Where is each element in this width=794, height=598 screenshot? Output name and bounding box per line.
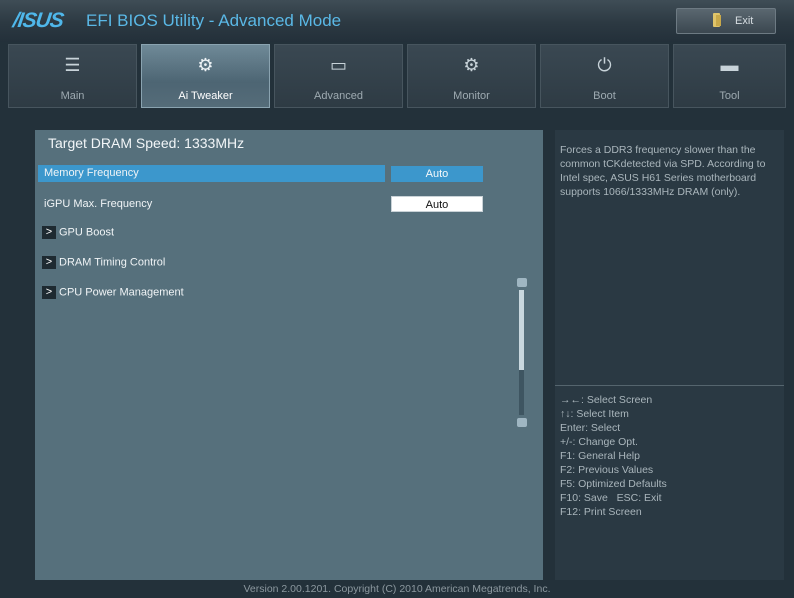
- help-description: Forces a DDR3 frequency slower than the …: [560, 144, 766, 198]
- target-dram-speed: Target DRAM Speed: 1333MHz: [48, 135, 245, 151]
- memory-frequency-label: Memory Frequency: [44, 167, 139, 179]
- advanced-icon: ▭: [329, 55, 347, 75]
- monitor-icon: ⚙: [463, 55, 480, 75]
- list-icon: ☰: [64, 55, 81, 75]
- exit-label: Exit: [735, 15, 754, 27]
- igpu-frequency-label: iGPU Max. Frequency: [44, 198, 153, 210]
- bios-screen: /ISUS EFI BIOS Utility - Advanced Mode E…: [0, 0, 794, 598]
- tab-label: Monitor: [453, 90, 490, 102]
- scrollbar-thumb[interactable]: [519, 290, 524, 370]
- igpu-frequency-input[interactable]: Auto: [391, 196, 483, 212]
- tab-label: Advanced: [314, 90, 363, 102]
- submenu-dram-timing-control[interactable]: > DRAM Timing Control: [42, 256, 165, 271]
- scroll-up-button[interactable]: [517, 278, 527, 287]
- scroll-down-button[interactable]: [517, 418, 527, 427]
- divider: [555, 385, 784, 386]
- key-hint: +/-: Change Opt.: [560, 436, 638, 448]
- submenu-label: DRAM Timing Control: [59, 256, 166, 269]
- memory-frequency-select[interactable]: Auto: [391, 166, 483, 182]
- submenu-cpu-power-management[interactable]: > CPU Power Management: [42, 286, 184, 301]
- memory-frequency-row[interactable]: Memory Frequency: [38, 165, 385, 182]
- power-icon: ⏻: [597, 55, 612, 75]
- door-icon: [713, 13, 721, 27]
- asus-logo: /ISUS: [11, 9, 65, 32]
- tab-main[interactable]: ☰ Main: [8, 44, 137, 108]
- key-hint: F2: Previous Values: [560, 464, 654, 476]
- key-hint: F12: Print Screen: [560, 506, 642, 518]
- tab-label: Boot: [593, 90, 616, 102]
- submenu-label: CPU Power Management: [59, 286, 184, 299]
- tab-monitor[interactable]: ⚙ Monitor: [407, 44, 536, 108]
- key-legend: →←: Select Screen ↑↓: Select Item Enter:…: [560, 393, 667, 519]
- key-hint: F5: Optimized Defaults: [560, 478, 667, 490]
- igpu-frequency-row[interactable]: iGPU Max. Frequency: [38, 196, 385, 213]
- key-hint: F1: General Help: [560, 450, 640, 462]
- chevron-right-icon: >: [42, 256, 56, 269]
- tab-ai-tweaker[interactable]: ⚙ Ai Tweaker: [141, 44, 270, 108]
- settings-panel: Target DRAM Speed: 1333MHz Memory Freque…: [35, 130, 543, 580]
- tweaker-icon: ⚙: [197, 55, 214, 75]
- submenu-gpu-boost[interactable]: > GPU Boost: [42, 226, 114, 241]
- key-hint: →←: Select Screen: [560, 394, 653, 406]
- submenu-label: GPU Boost: [59, 226, 115, 239]
- window-title: EFI BIOS Utility - Advanced Mode: [86, 11, 342, 30]
- chevron-right-icon: >: [42, 286, 56, 299]
- tab-boot[interactable]: ⏻ Boot: [540, 44, 669, 108]
- tab-tool[interactable]: ▬ Tool: [673, 44, 786, 108]
- key-hint: Enter: Select: [560, 422, 621, 434]
- version-footer: Version 2.00.1201. Copyright (C) 2010 Am…: [243, 583, 551, 595]
- chevron-right-icon: >: [42, 226, 56, 239]
- tab-bar: ☰ Main ⚙ Ai Tweaker ▭ Advanced ⚙ Monitor…: [8, 44, 786, 108]
- help-panel: Forces a DDR3 frequency slower than the …: [555, 130, 784, 580]
- tab-label: Ai Tweaker: [178, 90, 233, 102]
- key-hint: F10: Save ESC: Exit: [560, 492, 662, 504]
- tab-advanced[interactable]: ▭ Advanced: [274, 44, 403, 108]
- tab-label: Tool: [719, 90, 740, 102]
- exit-button[interactable]: Exit: [676, 8, 776, 34]
- tool-icon: ▬: [720, 55, 739, 75]
- header-bar: /ISUS EFI BIOS Utility - Advanced Mode E…: [0, 0, 794, 42]
- tab-label: Main: [60, 90, 85, 102]
- key-hint: ↑↓: Select Item: [560, 408, 629, 420]
